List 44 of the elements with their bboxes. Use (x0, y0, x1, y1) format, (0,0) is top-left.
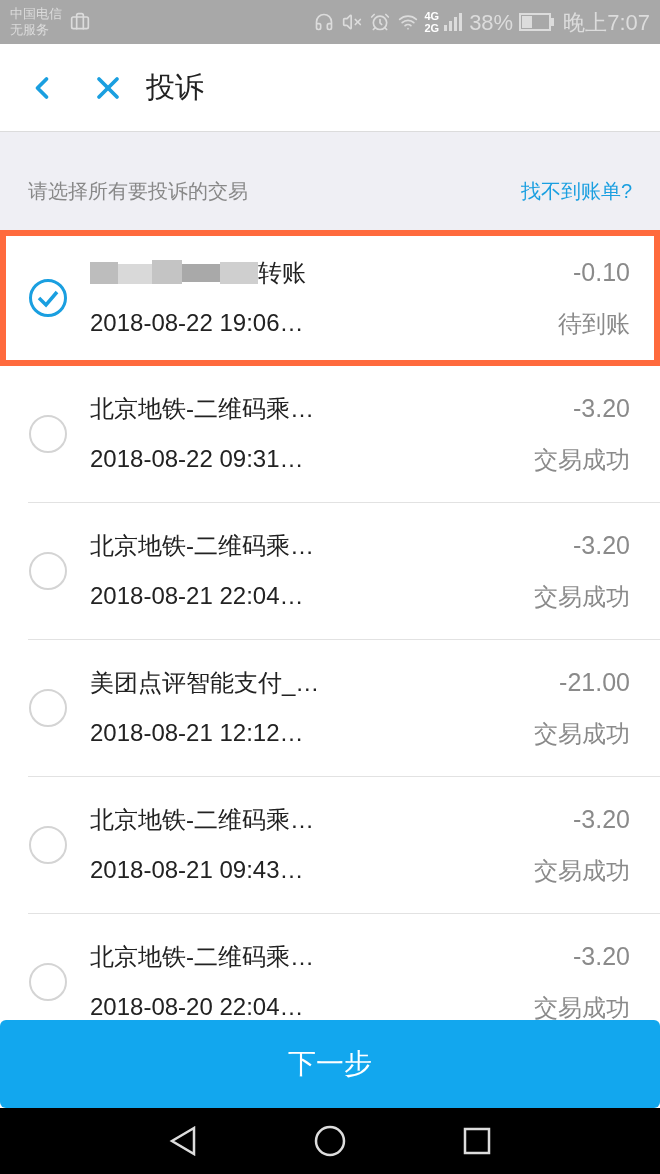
transaction-date: 2018-08-22 09:31… (90, 444, 305, 474)
transaction-date: 2018-08-22 19:06… (90, 308, 305, 338)
transaction-status: 交易成功 (534, 718, 630, 749)
transaction-title: 北京地铁-二维码乘… (90, 394, 314, 424)
transaction-amount: -3.20 (573, 941, 630, 973)
back-nav-icon[interactable] (168, 1126, 197, 1156)
transaction-title: 美团点评智能支付_… (90, 668, 320, 698)
battery-icon (519, 13, 556, 31)
alarm-clock-icon (370, 12, 391, 32)
transaction-amount: -21.00 (559, 667, 630, 699)
transaction-title: 北京地铁-二维码乘… (90, 805, 314, 835)
transaction-amount: -0.10 (573, 257, 630, 289)
signal-icon (443, 13, 464, 31)
transaction-amount: -3.20 (573, 804, 630, 836)
headphones-icon (314, 12, 335, 32)
transaction-status: 待到账 (558, 308, 630, 339)
hint-text: 请选择所有要投诉的交易 (28, 179, 248, 204)
briefcase-icon (70, 12, 90, 32)
transaction-title: 北京地铁-二维码乘… (90, 942, 314, 972)
network-type: 2G (424, 22, 440, 34)
transaction-amount: -3.20 (573, 530, 630, 562)
radio-icon[interactable] (28, 688, 68, 728)
network-type: 4G (424, 10, 440, 22)
transaction-title: 北京地铁-二维码乘… (90, 531, 314, 561)
radio-icon[interactable] (28, 962, 68, 1002)
transaction-status: 交易成功 (534, 581, 630, 612)
transaction-status: 交易成功 (534, 855, 630, 886)
recents-nav-icon[interactable] (463, 1127, 492, 1155)
checked-radio-icon[interactable] (28, 278, 68, 318)
wifi-icon (398, 12, 419, 32)
home-nav-icon[interactable] (314, 1125, 346, 1157)
page-title: 投诉 (146, 69, 204, 105)
muted-speaker-icon (342, 12, 363, 32)
transaction-date: 2018-08-20 22:04… (90, 992, 305, 1020)
transaction-date: 2018-08-21 12:12… (90, 718, 305, 748)
transaction-title: 转账 (258, 258, 306, 288)
radio-icon[interactable] (28, 551, 68, 591)
transaction-amount: -3.20 (573, 393, 630, 425)
transaction-status: 交易成功 (534, 992, 630, 1020)
transaction-status: 交易成功 (534, 444, 630, 475)
radio-icon[interactable] (28, 825, 68, 865)
transaction-date: 2018-08-21 09:43… (90, 855, 305, 885)
transaction-date: 2018-08-21 22:04… (90, 581, 305, 611)
radio-icon[interactable] (28, 414, 68, 454)
